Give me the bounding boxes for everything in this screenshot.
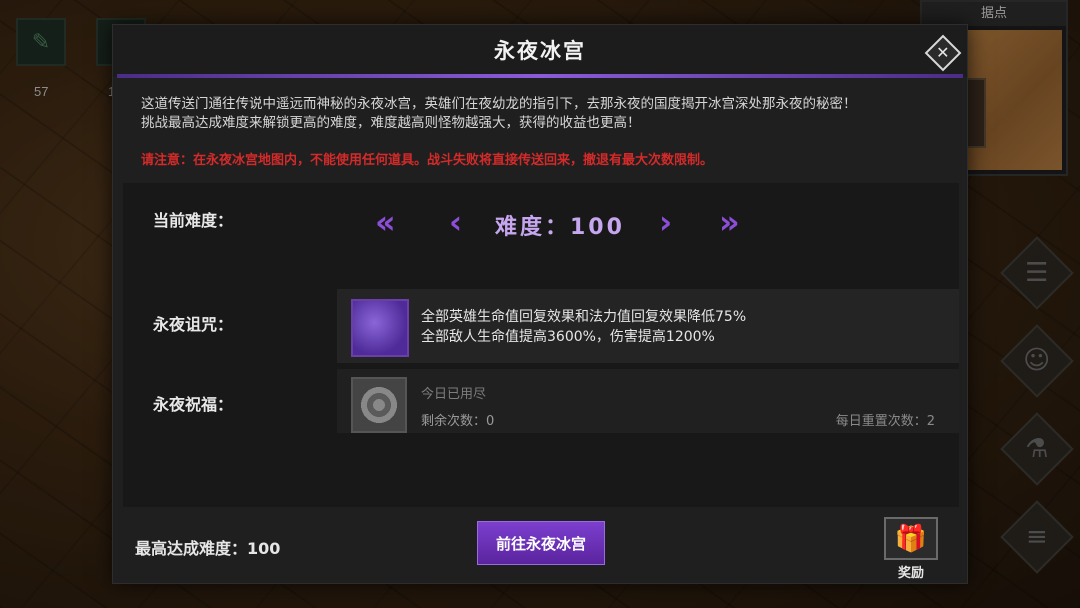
description-line: 挑战最高达成难度来解锁更高的难度，难度越高则怪物越强大，获得的收益也更高！ (141, 115, 641, 131)
reward-button[interactable]: 🎁 奖励 (883, 517, 939, 581)
gift-icon: 🎁 (884, 517, 938, 560)
dialog-title: 永夜冰宫 (494, 39, 586, 63)
curse-effect-line: 全部敌人生命值提高3600%，伤害提高1200% (421, 329, 715, 345)
close-button[interactable]: ✕ (924, 34, 962, 72)
blessing-remaining: 剩余次数：0 (421, 414, 495, 429)
dialog-description: 这道传送门通往传说中遥远而神秘的永夜冰宫，英雄们在夜幼龙的指引下，去那永夜的国度… (141, 95, 961, 133)
blessing-status: 今日已用尽 (421, 387, 487, 402)
max-difficulty: 最高达成难度：100 (135, 539, 281, 558)
go-to-ice-palace-button[interactable]: 前往永夜冰宫 (477, 521, 605, 565)
warning-text: 请注意：在永夜冰宫地图内，不能使用任何道具。战斗失败将直接传送回来，撤退有最大次… (141, 153, 714, 168)
curse-effect-line: 全部英雄生命值回复效果和法力值回复效果降低75% (421, 309, 747, 325)
blessing-daily-reset: 每日重置次数：2 (835, 414, 935, 429)
blessing-label: 永夜祝福： (153, 395, 234, 414)
dialog-header: 永夜冰宫 ✕ (113, 25, 967, 78)
difficulty-label: 当前难度： (153, 211, 234, 230)
difficulty-first-button[interactable]: « (375, 206, 396, 238)
difficulty-value: 难度：100 (495, 215, 625, 240)
bat-moon-icon[interactable] (351, 299, 409, 357)
close-icon: ✕ (936, 43, 950, 62)
difficulty-row: 当前难度： « ‹ 难度：100 › » (123, 187, 959, 257)
header-divider (117, 74, 963, 78)
curse-effects: 全部英雄生命值回复效果和法力值回复效果降低75% 全部敌人生命值提高3600%，… (421, 307, 746, 347)
settings-panel: 当前难度： « ‹ 难度：100 › » 永夜诅咒： 全部英雄生命值回复效果和法… (123, 183, 959, 507)
reward-label: 奖励 (897, 566, 924, 581)
vortex-icon[interactable] (351, 377, 407, 433)
eternal-night-ice-palace-dialog: 永夜冰宫 ✕ 这道传送门通往传说中遥远而神秘的永夜冰宫，英雄们在夜幼龙的指引下，… (112, 24, 968, 584)
difficulty-prev-button[interactable]: ‹ (449, 206, 462, 238)
difficulty-next-button[interactable]: › (659, 206, 672, 238)
description-line: 这道传送门通往传说中遥远而神秘的永夜冰宫，英雄们在夜幼龙的指引下，去那永夜的国度… (141, 96, 857, 112)
curse-label: 永夜诅咒： (153, 315, 234, 334)
difficulty-last-button[interactable]: » (719, 206, 740, 238)
